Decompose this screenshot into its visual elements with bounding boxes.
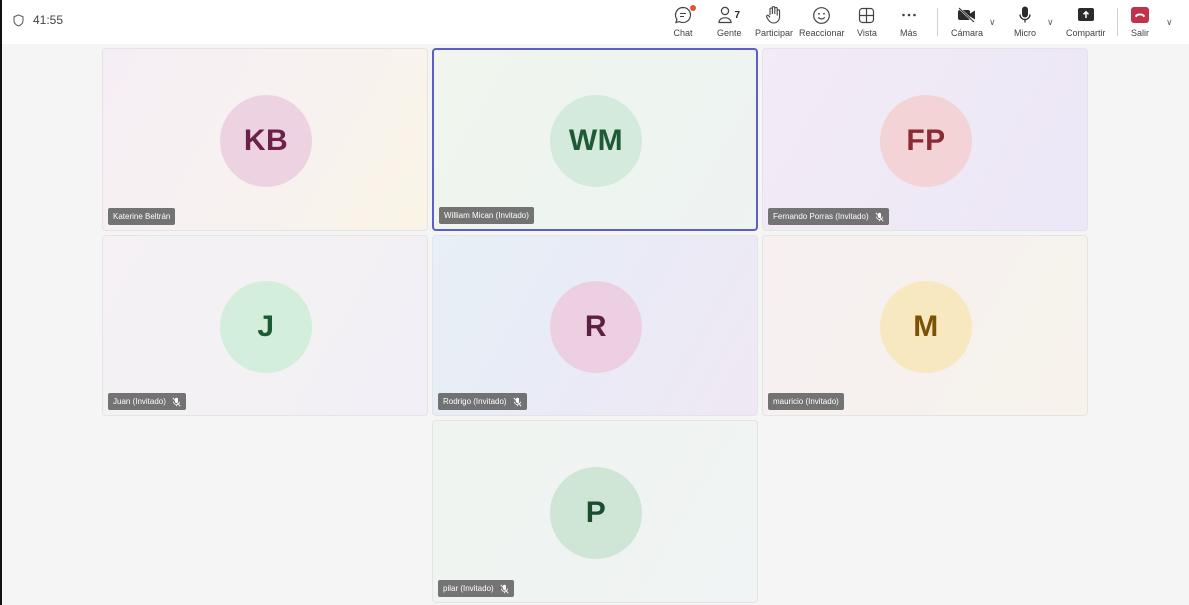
window-edge bbox=[0, 0, 2, 605]
participant-name-tag: Juan (Invitado) bbox=[108, 393, 186, 410]
avatar-initials: P bbox=[585, 496, 607, 529]
avatar: J bbox=[220, 281, 312, 373]
participant-tile[interactable]: KB Katerine Beltrán bbox=[102, 48, 428, 231]
chat-button[interactable]: Chat bbox=[673, 4, 696, 40]
participant-tile[interactable]: J Juan (Invitado) bbox=[102, 235, 428, 416]
avatar: P bbox=[550, 467, 642, 559]
camera-options-chevron-icon[interactable]: ∨ bbox=[989, 17, 996, 28]
avatar: M bbox=[880, 281, 972, 373]
share-button[interactable]: Compartir bbox=[1066, 4, 1106, 40]
share-screen-icon bbox=[1076, 4, 1096, 26]
raise-hand-button[interactable]: Participar bbox=[755, 4, 793, 40]
mic-off-icon bbox=[172, 397, 181, 407]
chat-label: Chat bbox=[673, 28, 693, 38]
leave-options-chevron-icon[interactable]: ∨ bbox=[1166, 17, 1173, 28]
more-icon bbox=[901, 4, 917, 26]
avatar: FP bbox=[880, 95, 972, 187]
avatar-initials: KB bbox=[243, 124, 289, 157]
react-button[interactable]: Reaccionar bbox=[799, 4, 845, 40]
avatar: WM bbox=[550, 95, 642, 187]
more-label: Más bbox=[900, 28, 918, 38]
emoji-icon bbox=[812, 4, 831, 26]
share-label: Compartir bbox=[1066, 28, 1106, 38]
mic-off-icon bbox=[500, 584, 509, 594]
hang-up-icon bbox=[1130, 4, 1150, 26]
leave-button[interactable]: Salir bbox=[1130, 4, 1150, 40]
avatar-initials: M bbox=[913, 310, 939, 343]
participant-tile[interactable]: FP Fernando Porras (Invitado) bbox=[762, 48, 1088, 231]
participant-name: pilar (Invitado) bbox=[443, 584, 494, 593]
meeting-timer: 41:55 bbox=[13, 13, 63, 27]
leave-label: Salir bbox=[1130, 28, 1149, 38]
participant-name: mauricio (Invitado) bbox=[773, 397, 839, 406]
participant-tile[interactable]: P pilar (Invitado) bbox=[432, 420, 758, 603]
chat-icon bbox=[673, 4, 696, 26]
shield-icon bbox=[13, 13, 24, 27]
react-label: Reaccionar bbox=[799, 28, 845, 38]
grid-view-icon bbox=[858, 4, 875, 26]
camera-label: Cámara bbox=[951, 28, 984, 38]
mic-off-icon bbox=[513, 397, 522, 407]
participant-name-tag: Fernando Porras (Invitado) bbox=[768, 208, 889, 225]
participant-name: Juan (Invitado) bbox=[113, 397, 166, 406]
participant-tile-active-speaker[interactable]: WM William Mican (Invitado) bbox=[432, 48, 758, 231]
mic-label: Micro bbox=[1014, 28, 1036, 38]
microphone-icon bbox=[1018, 4, 1032, 26]
participant-name: Katerine Beltrán bbox=[113, 212, 171, 221]
participant-name-tag: pilar (Invitado) bbox=[438, 580, 514, 597]
toolbar-divider bbox=[937, 8, 938, 36]
people-label: Gente bbox=[717, 28, 742, 38]
more-button[interactable]: Más bbox=[900, 4, 917, 40]
view-label: Vista bbox=[857, 28, 877, 38]
participant-tile[interactable]: M mauricio (Invitado) bbox=[762, 235, 1088, 416]
participant-name: Fernando Porras (Invitado) bbox=[773, 212, 869, 221]
avatar-initials: FP bbox=[906, 124, 946, 157]
hand-icon bbox=[765, 4, 783, 26]
meeting-toolbar: 41:55 Chat 7 Gente Participar Reaccionar bbox=[2, 0, 1189, 44]
participant-name: William Mican (Invitado) bbox=[444, 211, 529, 220]
mic-off-icon bbox=[875, 212, 884, 222]
avatar-initials: R bbox=[584, 310, 608, 343]
avatar: KB bbox=[220, 95, 312, 187]
elapsed-time: 41:55 bbox=[33, 13, 64, 27]
people-button[interactable]: 7 Gente bbox=[717, 4, 742, 40]
camera-off-icon bbox=[957, 4, 977, 26]
mic-options-chevron-icon[interactable]: ∨ bbox=[1047, 17, 1054, 28]
toolbar-divider bbox=[1117, 8, 1118, 36]
participant-name-tag: mauricio (Invitado) bbox=[768, 393, 844, 410]
avatar-initials: J bbox=[257, 310, 275, 343]
avatar: R bbox=[550, 281, 642, 373]
people-icon: 7 bbox=[718, 4, 740, 26]
mic-button[interactable]: Micro bbox=[1014, 4, 1036, 40]
view-button[interactable]: Vista bbox=[857, 4, 877, 40]
avatar-initials: WM bbox=[568, 124, 624, 157]
people-count: 7 bbox=[734, 9, 741, 21]
participant-tile[interactable]: R Rodrigo (Invitado) bbox=[432, 235, 758, 416]
participant-name-tag: William Mican (Invitado) bbox=[439, 207, 534, 224]
participant-name-tag: Rodrigo (Invitado) bbox=[438, 393, 527, 410]
camera-button[interactable]: Cámara bbox=[951, 4, 983, 40]
unread-dot bbox=[690, 5, 696, 11]
participant-name: Rodrigo (Invitado) bbox=[443, 397, 507, 406]
raise-hand-label: Participar bbox=[755, 28, 794, 38]
participant-name-tag: Katerine Beltrán bbox=[108, 208, 176, 225]
